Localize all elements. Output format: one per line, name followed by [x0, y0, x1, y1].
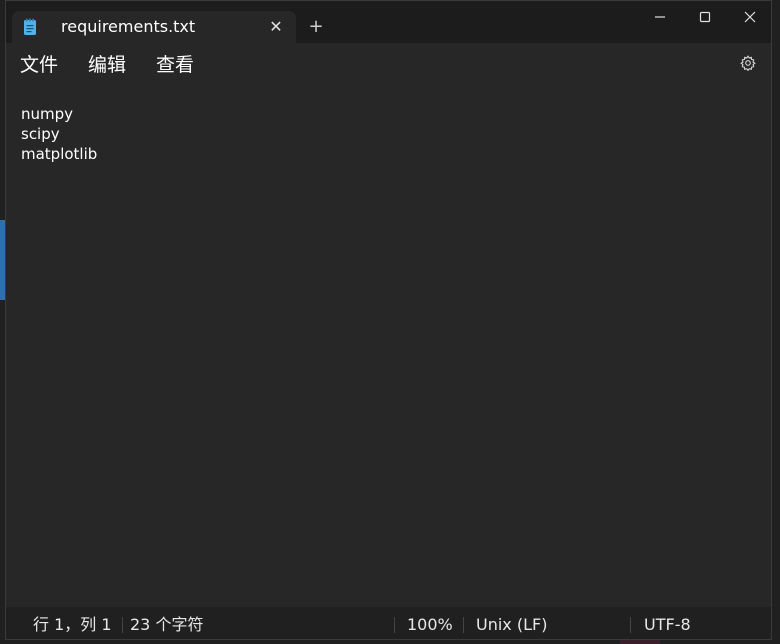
cursor-position: 行 1，列 1 — [33, 615, 112, 634]
editor-line-2: scipy — [21, 125, 60, 143]
encoding[interactable]: UTF-8 — [644, 615, 691, 635]
status-divider — [122, 617, 123, 633]
text-editor[interactable]: numpy scipy matplotlib — [6, 87, 771, 607]
status-divider — [463, 617, 464, 633]
editor-line-3: matplotlib — [21, 145, 98, 163]
minimize-icon — [654, 8, 666, 27]
menu-file[interactable]: 文件 — [20, 53, 58, 77]
character-count: 23 个字符 — [130, 615, 204, 634]
status-bar: 行 1，列 1 23 个字符 100% Unix (LF) UTF-8 — [6, 607, 771, 639]
editor-line-1: numpy — [21, 105, 74, 123]
menu-view[interactable]: 查看 — [156, 53, 194, 77]
settings-button[interactable] — [738, 55, 758, 75]
status-divider — [394, 617, 395, 633]
tab-close-button[interactable]: ✕ — [266, 17, 286, 37]
notepad-icon — [8, 11, 52, 43]
gear-icon — [740, 55, 756, 75]
menu-edit[interactable]: 编辑 — [88, 53, 126, 77]
tab-title: requirements.txt — [61, 17, 196, 36]
maximize-button[interactable] — [682, 1, 728, 33]
status-divider — [630, 617, 631, 633]
close-button[interactable] — [727, 1, 771, 33]
zoom-level[interactable]: 100% — [407, 615, 453, 635]
new-tab-button[interactable]: + — [304, 15, 328, 39]
menu-bar: 文件 编辑 查看 — [6, 43, 771, 87]
minimize-button[interactable] — [637, 1, 683, 33]
maximize-icon — [699, 8, 711, 27]
line-ending[interactable]: Unix (LF) — [476, 615, 547, 635]
title-bar[interactable]: requirements.txt ✕ + — [6, 1, 771, 43]
tab-requirements[interactable]: requirements.txt ✕ — [12, 11, 296, 43]
notepad-window: requirements.txt ✕ + 文件 编辑 查看 numpy scip… — [5, 0, 772, 640]
close-icon — [744, 8, 756, 27]
